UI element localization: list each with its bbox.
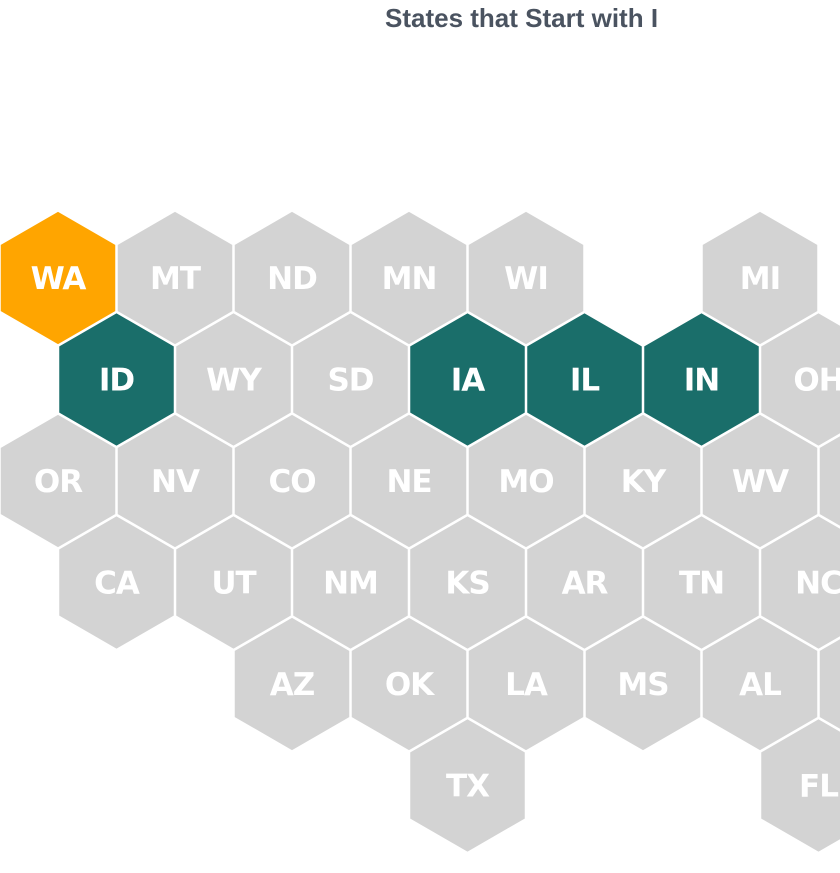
- state-label: MI: [740, 261, 780, 297]
- state-label: OH: [793, 363, 840, 399]
- state-label: TN: [679, 566, 724, 602]
- state-label: WY: [206, 363, 262, 399]
- state-label: IL: [570, 363, 600, 399]
- state-label: OK: [385, 667, 435, 703]
- state-label: IA: [451, 363, 486, 399]
- state-label: NC: [795, 566, 840, 602]
- state-label: KY: [621, 464, 667, 500]
- state-label: SD: [327, 363, 373, 399]
- state-label: KS: [445, 566, 489, 602]
- state-label: NE: [386, 464, 431, 500]
- state-label: TX: [446, 769, 490, 805]
- state-label: UT: [211, 566, 256, 602]
- state-label: WA: [31, 261, 87, 297]
- state-label: MT: [150, 261, 201, 297]
- state-label: AL: [739, 667, 781, 703]
- state-label: LA: [505, 667, 548, 703]
- state-label: CA: [94, 566, 140, 602]
- state-label: CO: [268, 464, 315, 500]
- state-label: AZ: [270, 667, 315, 703]
- state-label: AR: [562, 566, 609, 602]
- state-label: MN: [382, 261, 437, 297]
- state-label: OR: [34, 464, 83, 500]
- state-label: ND: [267, 261, 317, 297]
- state-label: ID: [99, 363, 135, 399]
- state-label: MO: [498, 464, 553, 500]
- state-label: NV: [151, 464, 200, 500]
- state-label: WV: [732, 464, 789, 500]
- state-label: NM: [323, 566, 378, 602]
- state-label: MS: [617, 667, 668, 703]
- state-label: FL: [799, 769, 838, 805]
- state-label: IN: [684, 363, 719, 399]
- state-label: WI: [504, 261, 548, 297]
- hex-tile-map: WA MT ND MN WI MI ID WY SD IA IL IN OH OR NV CO NE MO KY WV…: [0, 210, 840, 854]
